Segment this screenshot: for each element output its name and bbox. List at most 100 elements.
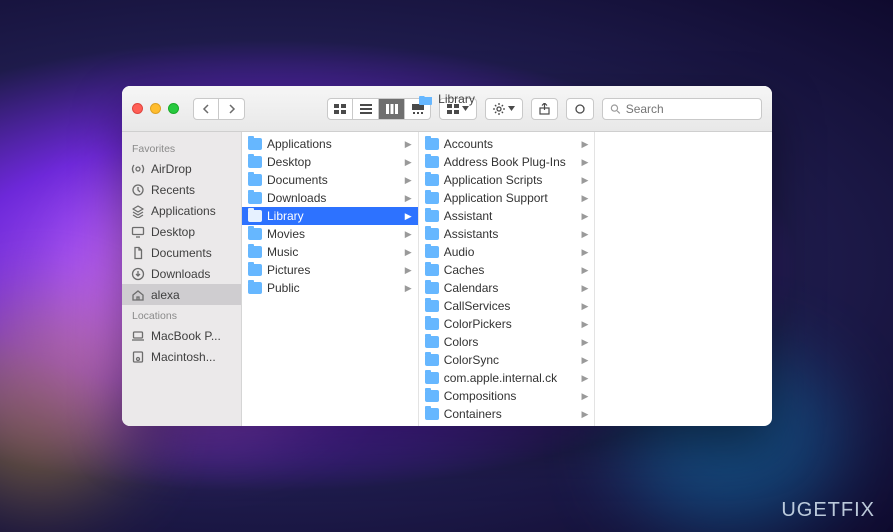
column-item-label: Containers bbox=[444, 407, 502, 421]
recents-icon bbox=[130, 182, 145, 197]
column-item-label: Assistant bbox=[444, 209, 493, 223]
search-input[interactable] bbox=[626, 102, 754, 116]
chevron-right-icon: ▶ bbox=[405, 139, 412, 150]
home-icon bbox=[130, 287, 145, 302]
documents-icon bbox=[130, 245, 145, 260]
airdrop-icon bbox=[130, 161, 145, 176]
column-item[interactable]: Application Scripts▶ bbox=[419, 171, 595, 189]
back-button[interactable] bbox=[193, 98, 219, 120]
tags-button[interactable] bbox=[566, 98, 594, 120]
sidebar-item-macintosh-[interactable]: Macintosh... bbox=[122, 346, 241, 367]
chevron-right-icon: ▶ bbox=[581, 355, 588, 366]
sidebar-item-documents[interactable]: Documents bbox=[122, 242, 241, 263]
sidebar-item-alexa[interactable]: alexa bbox=[122, 284, 241, 305]
folder-icon bbox=[248, 246, 262, 258]
column-item[interactable]: Desktop ▶ bbox=[242, 153, 418, 171]
column-item[interactable]: Pictures▶ bbox=[242, 261, 418, 279]
chevron-right-icon: ▶ bbox=[581, 157, 588, 168]
view-gallery-button[interactable] bbox=[405, 98, 431, 120]
column-1: Accounts▶Address Book Plug-Ins▶Applicati… bbox=[419, 132, 596, 426]
sidebar-item-macbook-p-[interactable]: MacBook P... bbox=[122, 325, 241, 346]
column-item-label: Address Book Plug-Ins bbox=[444, 155, 566, 169]
column-item-label: Pictures bbox=[267, 263, 310, 277]
laptop-icon bbox=[130, 328, 145, 343]
chevron-right-icon: ▶ bbox=[581, 373, 588, 384]
chevron-right-icon: ▶ bbox=[405, 193, 412, 204]
column-item[interactable]: Downloads▶ bbox=[242, 189, 418, 207]
sidebar-item-applications[interactable]: Applications bbox=[122, 200, 241, 221]
view-list-button[interactable] bbox=[353, 98, 379, 120]
column-item[interactable]: ColorPickers▶ bbox=[419, 315, 595, 333]
column-item[interactable]: Calendars▶ bbox=[419, 279, 595, 297]
chevron-right-icon: ▶ bbox=[581, 337, 588, 348]
gear-icon bbox=[493, 103, 505, 115]
chevron-right-icon: ▶ bbox=[581, 391, 588, 402]
view-icon-button[interactable] bbox=[327, 98, 353, 120]
sidebar-item-desktop[interactable]: Desktop bbox=[122, 221, 241, 242]
sidebar-item-airdrop[interactable]: AirDrop bbox=[122, 158, 241, 179]
chevron-right-icon: ▶ bbox=[581, 247, 588, 258]
column-item-label: Assistants bbox=[444, 227, 499, 241]
chevron-right-icon bbox=[228, 104, 236, 114]
column-item[interactable]: Assistants ▶ bbox=[419, 225, 595, 243]
column-item[interactable]: Movies▶ bbox=[242, 225, 418, 243]
column-item[interactable]: com.apple.internal.ck▶ bbox=[419, 369, 595, 387]
folder-icon bbox=[248, 138, 262, 150]
chevron-right-icon: ▶ bbox=[405, 157, 412, 168]
column-item-label: Desktop bbox=[267, 155, 311, 169]
chevron-right-icon: ▶ bbox=[581, 265, 588, 276]
view-column-button[interactable] bbox=[379, 98, 405, 120]
column-item[interactable]: Public▶ bbox=[242, 279, 418, 297]
chevron-right-icon: ▶ bbox=[405, 211, 412, 222]
minimize-window-button[interactable] bbox=[150, 103, 161, 114]
share-button[interactable] bbox=[531, 98, 558, 120]
column-item[interactable]: Accounts▶ bbox=[419, 135, 595, 153]
folder-icon bbox=[425, 354, 439, 366]
column-item[interactable]: Library▶ bbox=[242, 207, 418, 225]
column-item-label: Accounts bbox=[444, 137, 493, 151]
column-item[interactable]: Music▶ bbox=[242, 243, 418, 261]
folder-icon bbox=[425, 138, 439, 150]
column-browser: Applications▶ Desktop ▶ Documents▶Downloads… bbox=[242, 132, 772, 426]
column-item-label: Application Support bbox=[444, 191, 548, 205]
titlebar: Library bbox=[122, 86, 772, 132]
group-by-button[interactable] bbox=[439, 98, 477, 120]
close-window-button[interactable] bbox=[132, 103, 143, 114]
column-item[interactable]: CallServices▶ bbox=[419, 297, 595, 315]
column-item[interactable]: Caches▶ bbox=[419, 261, 595, 279]
action-button[interactable] bbox=[485, 98, 523, 120]
column-item[interactable]: Documents▶ bbox=[242, 171, 418, 189]
sidebar-item-downloads[interactable]: Downloads bbox=[122, 263, 241, 284]
column-item-label: Application Scripts bbox=[444, 173, 543, 187]
search-field[interactable] bbox=[602, 98, 762, 120]
chevron-right-icon: ▶ bbox=[581, 193, 588, 204]
column-item[interactable]: Compositions ▶ bbox=[419, 387, 595, 405]
sidebar-item-recents[interactable]: Recents bbox=[122, 179, 241, 200]
column-item[interactable]: Address Book Plug-Ins ▶ bbox=[419, 153, 595, 171]
chevron-left-icon bbox=[202, 104, 210, 114]
sidebar-item-label: Macintosh... bbox=[151, 350, 216, 364]
chevron-right-icon: ▶ bbox=[581, 211, 588, 222]
column-item[interactable]: Audio▶ bbox=[419, 243, 595, 261]
folder-icon bbox=[425, 246, 439, 258]
folder-icon bbox=[425, 210, 439, 222]
nav-group bbox=[193, 98, 245, 120]
column-item-label: Compositions bbox=[444, 389, 517, 403]
column-item[interactable]: Application Support ▶ bbox=[419, 189, 595, 207]
column-item[interactable]: Colors▶ bbox=[419, 333, 595, 351]
folder-icon bbox=[248, 210, 262, 222]
column-item[interactable]: Containers▶ bbox=[419, 405, 595, 423]
sidebar-section-header: Locations bbox=[122, 305, 241, 325]
sidebar-item-label: MacBook P... bbox=[151, 329, 221, 343]
folder-icon bbox=[248, 174, 262, 186]
column-item[interactable]: ColorSync▶ bbox=[419, 351, 595, 369]
chevron-right-icon: ▶ bbox=[581, 229, 588, 240]
folder-icon bbox=[425, 174, 439, 186]
sidebar-item-label: AirDrop bbox=[151, 162, 192, 176]
zoom-window-button[interactable] bbox=[168, 103, 179, 114]
column-item[interactable]: Applications▶ bbox=[242, 135, 418, 153]
folder-icon bbox=[425, 156, 439, 168]
forward-button[interactable] bbox=[219, 98, 245, 120]
apps-icon bbox=[130, 203, 145, 218]
column-item[interactable]: Assistant ▶ bbox=[419, 207, 595, 225]
